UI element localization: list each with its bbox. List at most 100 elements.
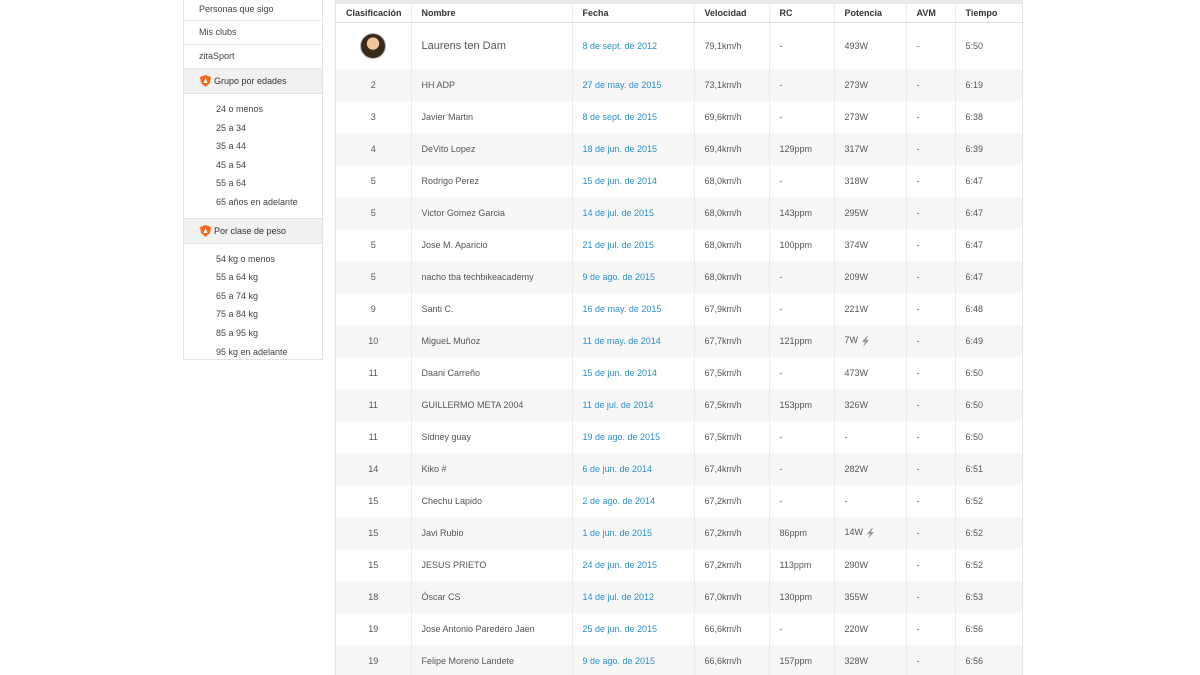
effort-date-link[interactable]: 9 de ago. de 2015 (571, 645, 694, 675)
header-heart-rate[interactable]: RC (768, 4, 834, 23)
kom-avatar[interactable] (360, 33, 387, 59)
athlete-name-link[interactable]: Felipe Moreno Landete (410, 645, 572, 675)
weight-filter-item[interactable]: 75 a 84 kg (184, 305, 322, 324)
athlete-name-link[interactable]: Laurens ten Dam (410, 22, 572, 69)
age-filter-item[interactable]: 35 a 44 (184, 137, 322, 156)
athlete-name-link[interactable]: Javi Rubio (410, 517, 572, 549)
header-date[interactable]: Fecha (571, 4, 694, 23)
athlete-name-link[interactable]: Santi C. (410, 293, 572, 325)
athlete-name-link[interactable]: Victor Gomez Garcia (410, 197, 572, 229)
power-value: 318W (844, 176, 869, 186)
time-cell: 6:53 (954, 581, 1022, 613)
filter-club-zitasport[interactable]: zitaSport (184, 45, 322, 69)
effort-date-link[interactable]: 8 de sept. de 2015 (571, 101, 694, 133)
filter-following[interactable]: Personas que sigo (184, 0, 322, 21)
effort-date-link[interactable]: 15 de jun. de 2014 (571, 357, 694, 389)
time-cell: 6:50 (954, 357, 1022, 389)
leaderboard-table: Clasificación Nombre Fecha Velocidad RC … (336, 4, 1022, 675)
time-cell: 6:48 (954, 293, 1022, 325)
athlete-name-link[interactable]: HH ADP (410, 69, 572, 101)
effort-date-link[interactable]: 21 de jul. de 2015 (571, 229, 694, 261)
athlete-name-link[interactable]: JESUS PRIETO (410, 549, 572, 581)
header-time[interactable]: Tiempo (954, 4, 1022, 23)
table-row: 18 Óscar CS 14 de jul. de 2012 67,0km/h 130p… (336, 581, 1022, 613)
header-vam[interactable]: AVM (905, 4, 955, 23)
rank-cell: 15 (336, 517, 411, 549)
athlete-name-link[interactable]: Rodrigo Perez (410, 165, 572, 197)
power-cell: 326W (833, 389, 906, 421)
athlete-name-link[interactable]: nacho tba techbikeacademy (410, 261, 572, 293)
weight-filter-item[interactable]: 54 kg o menos (184, 250, 322, 269)
rank-cell: 9 (336, 293, 411, 325)
age-group-list: 24 o menos 25 a 34 35 a 44 45 a 54 55 a … (184, 94, 322, 218)
filter-my-clubs[interactable]: Mis clubs (184, 21, 322, 45)
header-name[interactable]: Nombre (410, 4, 572, 23)
speed-cell: 67,5km/h (693, 421, 769, 453)
effort-date-link[interactable]: 27 de may. de 2015 (571, 69, 694, 101)
effort-date-link[interactable]: 19 de ago. de 2015 (571, 421, 694, 453)
effort-date-link[interactable]: 14 de jul. de 2012 (571, 581, 694, 613)
athlete-name-link[interactable]: Daani Carreño (410, 357, 572, 389)
header-speed[interactable]: Velocidad (693, 4, 769, 23)
age-filter-item[interactable]: 55 a 64 (184, 174, 322, 193)
age-filter-item[interactable]: 24 o menos (184, 100, 322, 119)
athlete-name-link[interactable]: Javier Martin (410, 101, 572, 133)
leaderboard-filter-sidebar: Personas que sigo Mis clubs zitaSport Gr… (183, 0, 323, 360)
weight-group-header: Por clase de peso (184, 217, 322, 244)
age-filter-item[interactable]: 25 a 34 (184, 119, 322, 138)
effort-date-link[interactable]: 11 de may. de 2014 (571, 325, 694, 357)
speed-cell: 68,0km/h (693, 229, 769, 261)
heart-rate-cell: 130ppm (768, 581, 834, 613)
effort-date-link[interactable]: 14 de jul. de 2015 (571, 197, 694, 229)
table-row: 3 Javier Martin 8 de sept. de 2015 69,6km/h… (336, 101, 1022, 133)
heart-rate-cell: - (768, 101, 834, 133)
athlete-name-link[interactable]: DeVito Lopez (410, 133, 572, 165)
leaderboard-table-container: Clasificación Nombre Fecha Velocidad RC … (335, 0, 1023, 675)
header-power[interactable]: Potencia (833, 4, 906, 23)
effort-date-link[interactable]: 25 de jun. de 2015 (571, 613, 694, 645)
effort-date-link[interactable]: 24 de jun. de 2015 (571, 549, 694, 581)
athlete-name-link[interactable]: Jose Antonio Paredero Jaen (410, 613, 572, 645)
power-value: 220W (844, 624, 869, 634)
power-cell: 318W (833, 165, 906, 197)
effort-date-link[interactable]: 8 de sept. de 2012 (571, 22, 694, 69)
power-cell: 221W (833, 293, 906, 325)
effort-date-link[interactable]: 18 de jun. de 2015 (571, 133, 694, 165)
athlete-name-link[interactable]: Sidney guay (410, 421, 572, 453)
vam-cell: - (905, 421, 955, 453)
heart-rate-cell: - (768, 69, 834, 101)
table-row-leader: Laurens ten Dam 8 de sept. de 2012 79,1k… (336, 22, 1022, 69)
effort-date-link[interactable]: 6 de jun. de 2014 (571, 453, 694, 485)
table-row: 15 JESUS PRIETO 24 de jun. de 2015 67,2km/h… (336, 549, 1022, 581)
time-cell: 6:19 (954, 69, 1022, 101)
athlete-name-link[interactable]: GUILLERMO META 2004 (410, 389, 572, 421)
effort-date-link[interactable]: 2 de ago. de 2014 (571, 485, 694, 517)
weight-filter-item[interactable]: 85 a 95 kg (184, 324, 322, 343)
athlete-name-link[interactable]: MigueL Muñoz (410, 325, 572, 357)
effort-date-link[interactable]: 9 de ago. de 2015 (571, 261, 694, 293)
athlete-name-link[interactable]: Jose M. Aparicio (410, 229, 572, 261)
header-rank[interactable]: Clasificación (336, 4, 411, 23)
power-cell: 328W (833, 645, 906, 675)
power-value: 326W (844, 400, 869, 410)
heart-rate-cell: 121ppm (768, 325, 834, 357)
power-value: 374W (844, 240, 869, 250)
speed-cell: 69,6km/h (693, 101, 769, 133)
weight-filter-item[interactable]: 65 a 74 kg (184, 287, 322, 306)
weight-filter-item[interactable]: 55 a 64 kg (184, 268, 322, 287)
athlete-name-link[interactable]: Kiko # (410, 453, 572, 485)
athlete-name-link[interactable]: Chechu Lapido (410, 485, 572, 517)
age-filter-item[interactable]: 45 a 54 (184, 156, 322, 175)
effort-date-link[interactable]: 1 de jun. de 2015 (571, 517, 694, 549)
rank-cell: 19 (336, 645, 411, 675)
vam-cell: - (905, 389, 955, 421)
table-row: 14 Kiko #6 de jun. de 2014 67,4km/h -282W -6… (336, 453, 1022, 485)
age-filter-item[interactable]: 65 años en adelante (184, 193, 322, 212)
power-value: 273W (844, 80, 869, 90)
heart-rate-cell: 157ppm (768, 645, 834, 675)
effort-date-link[interactable]: 15 de jun. de 2014 (571, 165, 694, 197)
effort-date-link[interactable]: 11 de jul. de 2014 (571, 389, 694, 421)
athlete-name-link[interactable]: Óscar CS (410, 581, 572, 613)
effort-date-link[interactable]: 16 de may. de 2015 (571, 293, 694, 325)
weight-filter-item[interactable]: 95 kg en adelante (184, 343, 322, 362)
